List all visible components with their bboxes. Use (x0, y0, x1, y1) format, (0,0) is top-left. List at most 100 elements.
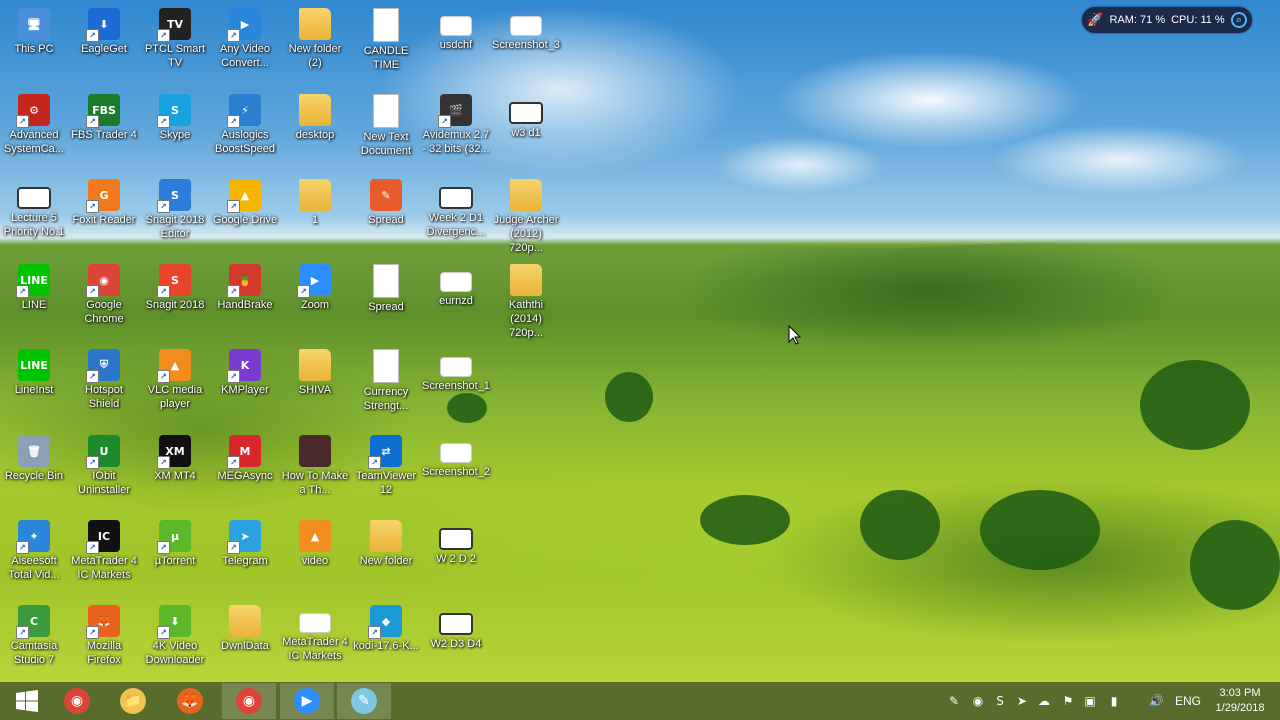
desktop-icon-camtasia-studio-7[interactable]: C ↗ Camtasia Studio 7 (0, 601, 70, 681)
desktop-icon-dwnldata[interactable]: DwnlData (209, 601, 281, 681)
desktop-icon-xm-mt4[interactable]: XM ↗ XM MT4 (139, 431, 211, 511)
desktop-icon-google-chrome[interactable]: ◉ ↗ Google Chrome (68, 260, 140, 340)
taskbar-chrome-button[interactable]: ◉ (50, 683, 104, 719)
desktop-icon-4k-video-downloader[interactable]: ⬇ ↗ 4K Video Downloader (139, 601, 211, 681)
desktop-icon-eagleget[interactable]: ⬇ ↗ EagleGet (68, 4, 140, 84)
wallpaper-tree (1190, 520, 1280, 610)
app-icon: ▲ (299, 520, 331, 552)
desktop-icon-telegram[interactable]: ➤ ↗ Telegram (209, 516, 281, 596)
taskbar-zoom-button[interactable]: ▶ (280, 683, 334, 719)
app-icon: ⚙ ↗ (16, 94, 50, 128)
desktop-icon-w3-d1[interactable]: w3 d1 (490, 90, 562, 170)
desktop-icon-new-folder[interactable]: New folder (350, 516, 422, 596)
desktop-icon-lineinst[interactable]: LINE LineInst (0, 345, 70, 425)
desktop-icon-skype[interactable]: S ↗ Skype (139, 90, 211, 170)
desktop-icon-advanced-systemca[interactable]: ⚙ ↗ Advanced SystemCa... (0, 90, 70, 170)
desktop-icon-any-video-convert[interactable]: ▶ ↗ Any Video Convert... (209, 4, 281, 84)
desktop-icon-kodi-17-6-k[interactable]: ◆ ↗ kodi-17.6-K... (350, 601, 422, 681)
desktop-icon-screenshot-2[interactable]: Screenshot_2 (420, 431, 492, 511)
desktop-icon-megasync[interactable]: M ↗ MEGAsync (209, 431, 281, 511)
system-monitor-widget[interactable]: 🚀 RAM: 71 % CPU: 11 % ⌀ (1082, 7, 1252, 33)
desktop-icon-w2-d3-d4[interactable]: W2 D3 D4 (420, 601, 492, 681)
desktop-icon-metatrader-4-ic-markets[interactable]: IC ↗ MetaTrader 4 IC Markets (68, 516, 140, 596)
battery-icon[interactable]: ▮ (1104, 682, 1124, 720)
flag-icon[interactable]: ⚑ (1058, 682, 1078, 720)
desktop-icon-aiseesoft-total-vid[interactable]: ✦ ↗ Aiseesoft Total Vid... (0, 516, 70, 596)
desktop-icon-this-pc[interactable]: 🖥 This PC (0, 4, 70, 84)
taskbar-chrome-2-button[interactable]: ◉ (222, 683, 276, 719)
folder-icon (299, 179, 331, 211)
desktop-icon-how-to-make-a-th[interactable]: How To Make a Th... (279, 431, 351, 511)
desktop-icon-hotspot-shield[interactable]: ⛨ ↗ Hotspot Shield (68, 345, 140, 425)
desktop-icon-ptcl-smart-tv[interactable]: TV ↗ PTCL Smart TV (139, 4, 211, 84)
desktop-icon-iobit-uninstaller[interactable]: U ↗ IObit Uninstaller (68, 431, 140, 511)
desktop-icon-w-2-d-2[interactable]: W 2 D 2 (420, 516, 492, 596)
desktop-icon-week-2-d1-divergenc[interactable]: Week 2 D1 Divergenc... (420, 175, 492, 255)
zoom-icon: ▶ (294, 688, 320, 714)
desktop-icon-kaththi-2014-720p[interactable]: Kaththi (2014) 720p... (490, 260, 562, 340)
desktop-icon-auslogics-boostspeed[interactable]: ⚡ ↗ Auslogics BoostSpeed (209, 90, 281, 170)
desktop-icon-label: usdchf (439, 39, 473, 51)
desktop-icon-label: Zoom (300, 299, 330, 311)
app-icon: ◉ ↗ (86, 264, 120, 298)
shortcut-arrow-icon: ↗ (16, 626, 29, 639)
boost-icon[interactable]: ⌀ (1230, 12, 1247, 28)
desktop-icon-avidemux-2-7-32-bits-32[interactable]: 🎬 ↗ Avidemux 2.7 - 32 bits (32... (420, 90, 492, 170)
desktop-icon-eurnzd[interactable]: eurnzd (420, 260, 492, 340)
zoom-icon[interactable]: ◉ (968, 682, 988, 720)
desktop-icon-snagit-2018[interactable]: S ↗ Snagit 2018 (139, 260, 211, 340)
desktop-icon-label: Lecture 5 Priority No.1 (3, 212, 65, 238)
taskbar-notepad-button[interactable]: ✎ (337, 683, 391, 719)
desktop-icon-label: SHIVA (298, 384, 332, 396)
desktop-icon-video[interactable]: ▲ video (279, 516, 351, 596)
app-icon: ⬇ ↗ (86, 8, 120, 42)
onedrive-icon[interactable]: ☁ (1034, 682, 1054, 720)
desktop-icon-1[interactable]: 1 (279, 175, 351, 255)
desktop-icon-kmplayer[interactable]: K ↗ KMPlayer (209, 345, 281, 425)
desktop-icon-shiva[interactable]: SHIVA (279, 345, 351, 425)
desktop-icon-google-drive[interactable]: ▲ ↗ Google Drive (209, 175, 281, 255)
desktop-icon-zoom[interactable]: ▶ ↗ Zoom (279, 260, 351, 340)
shortcut-arrow-icon: ↗ (227, 285, 240, 298)
taskbar-file-explorer-button[interactable]: 📁 (106, 683, 160, 719)
start-button[interactable] (0, 683, 54, 719)
desktop-icon-currency-strengt[interactable]: Currency Strengt... (350, 345, 422, 425)
document-icon (373, 349, 399, 383)
desktop-icon-usdchf[interactable]: usdchf (420, 4, 492, 84)
desktop-icon-fbs-trader-4[interactable]: FBS ↗ FBS Trader 4 (68, 90, 140, 170)
desktop-icon-line[interactable]: LINE ↗ LINE (0, 260, 70, 340)
desktop-icon-screenshot-3[interactable]: Screenshot_3 (490, 4, 562, 84)
desktop-icon-judge-archer-2012-720p[interactable]: Judge Archer (2012) 720p... (490, 175, 562, 255)
desktop-icon-torrent[interactable]: µ ↗ µTorrent (139, 516, 211, 596)
clock[interactable]: 3:03 PM 1/29/2018 (1208, 686, 1272, 716)
desktop-icon-desktop[interactable]: desktop (279, 90, 351, 170)
skype-icon[interactable]: S (990, 682, 1010, 720)
desktop-icon-lecture-5-priority-no-1[interactable]: Lecture 5 Priority No.1 (0, 175, 70, 255)
desktop-icon-snagit-2018-editor[interactable]: S ↗ Snagit 2018 Editor (139, 175, 211, 255)
desktop-icon-new-folder-2[interactable]: New folder (2) (279, 4, 351, 84)
desktop-icon-handbrake[interactable]: 🍍 ↗ HandBrake (209, 260, 281, 340)
volume-icon[interactable]: 🔊 (1146, 682, 1166, 720)
desktop-icon-candle-time[interactable]: CANDLE TIME (350, 4, 422, 84)
desktop-icon-vlc-media-player[interactable]: ▲ ↗ VLC media player (139, 345, 211, 425)
app-icon: XM ↗ (157, 435, 191, 469)
desktop-icon-metatrader-4-ic-markets[interactable]: MetaTrader 4 IC Markets (279, 601, 351, 681)
desktop-icon-mozilla-firefox[interactable]: 🦊 ↗ Mozilla Firefox (68, 601, 140, 681)
desktop-icon-label: MEGAsync (217, 470, 273, 482)
taskbar-firefox-button[interactable]: 🦊 (163, 683, 217, 719)
desktop-icon-spread[interactable]: ✎ Spread (350, 175, 422, 255)
network-icon[interactable]: ▣ (1080, 682, 1100, 720)
desktop-icon-new-text-document[interactable]: New Text Document (350, 90, 422, 170)
desktop-icon-label: Mozilla Firefox (86, 640, 122, 666)
folder-icon (510, 179, 542, 211)
desktop-icon-foxit-reader[interactable]: G ↗ Foxit Reader (68, 175, 140, 255)
pen-icon[interactable]: ✎ (944, 682, 964, 720)
desktop-icon-spread[interactable]: Spread (350, 260, 422, 340)
desktop-icon-screenshot-1[interactable]: Screenshot_1 (420, 345, 492, 425)
language-indicator[interactable]: ENG (1168, 682, 1208, 720)
telegram-icon[interactable]: ➤ (1012, 682, 1032, 720)
notepad-icon: ✎ (351, 688, 377, 714)
desktop-icon-recycle-bin[interactable]: 🗑 Recycle Bin (0, 431, 70, 511)
desktop-icon-label: MetaTrader 4 IC Markets (282, 636, 348, 662)
desktop-icon-teamviewer-12[interactable]: ⇄ ↗ TeamViewer 12 (350, 431, 422, 511)
